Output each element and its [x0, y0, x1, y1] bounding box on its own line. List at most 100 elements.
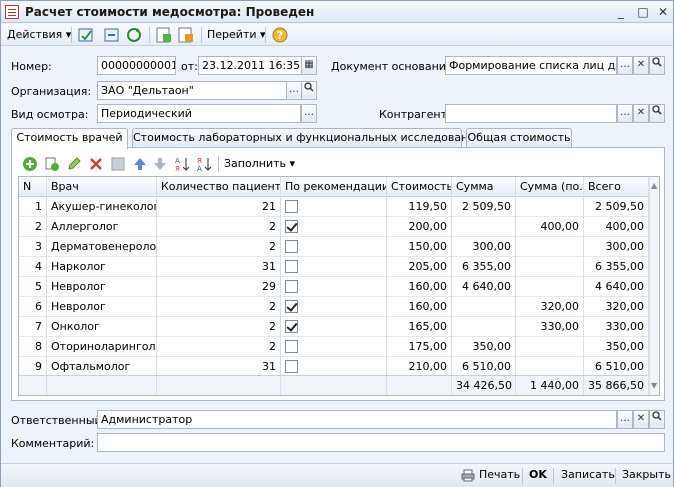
organization-field[interactable]: ЗАО "Дельтаон": [97, 81, 287, 100]
toolbar-divider: [218, 156, 219, 172]
table-scrollbar[interactable]: ▲ ▼: [649, 177, 659, 395]
contractor-open-button[interactable]: [649, 104, 665, 123]
movements-icon[interactable]: [177, 26, 195, 44]
col-header-doctor[interactable]: Врач: [47, 177, 157, 197]
cell-rec[interactable]: [281, 297, 387, 317]
cell-rec[interactable]: [281, 357, 387, 377]
ellipsis-icon: …: [620, 107, 630, 118]
table-row[interactable]: 3 Дерматовенеролог 2 150,00 300,00 300,00: [19, 237, 649, 257]
exam-type-select-button[interactable]: …: [301, 104, 317, 123]
refresh-icon[interactable]: [125, 26, 143, 44]
responsible-open-button[interactable]: [649, 410, 665, 429]
table-row[interactable]: 7 Онколог 2 165,00 330,00 330,00: [19, 317, 649, 337]
table-row[interactable]: 2 Аллерголог 2 200,00 400,00 400,00: [19, 217, 649, 237]
dropdown-arrow-icon: ▾: [289, 157, 296, 170]
recommendation-checkbox[interactable]: [285, 339, 298, 353]
basis-clear-button[interactable]: ✕: [633, 56, 649, 75]
close-window-button[interactable]: ✕: [655, 4, 671, 20]
goto-menu[interactable]: Перейти ▾: [207, 27, 266, 43]
toolbar-divider: [149, 27, 150, 43]
organization-open-button[interactable]: [301, 81, 317, 100]
copy-row-icon[interactable]: [44, 156, 60, 172]
save-close-icon[interactable]: [77, 26, 95, 44]
table-row[interactable]: 8 Оториноларинголог 2 175,00 350,00 350,00: [19, 337, 649, 357]
print-button[interactable]: Печать: [479, 468, 520, 481]
date-field[interactable]: 23.12.2011 16:35:30: [198, 56, 302, 75]
responsible-select-button[interactable]: …: [617, 410, 633, 429]
tab-total-cost[interactable]: Общая стоимость: [466, 128, 572, 148]
edit-row-icon[interactable]: [66, 156, 82, 172]
end-edit-icon[interactable]: [110, 156, 126, 172]
goto-label: Перейти: [207, 28, 257, 41]
table-row[interactable]: 6 Невролог 2 160,00 320,00 320,00: [19, 297, 649, 317]
col-header-sum[interactable]: Сумма: [452, 177, 516, 197]
cell-rec[interactable]: [281, 277, 387, 297]
recommendation-checkbox[interactable]: [285, 259, 298, 273]
tab-lab-cost[interactable]: Стоимость лабораторных и функциональных …: [132, 128, 483, 148]
svg-text:Я: Я: [175, 165, 180, 172]
comment-label: Комментарий:: [11, 437, 95, 450]
sort-descending-icon[interactable]: ЯA: [196, 156, 212, 172]
responsible-clear-button[interactable]: ✕: [633, 410, 649, 429]
recommendation-checkbox[interactable]: [285, 279, 298, 293]
close-button[interactable]: Закрыть: [622, 468, 671, 481]
calendar-button[interactable]: ▦: [301, 56, 317, 75]
col-header-rec[interactable]: По рекомендации: [281, 177, 387, 197]
post-document-icon[interactable]: [103, 26, 121, 44]
scroll-down-icon[interactable]: ▼: [651, 381, 657, 390]
sort-ascending-icon[interactable]: AЯ: [174, 156, 190, 172]
contractor-clear-button[interactable]: ✕: [633, 104, 649, 123]
actions-menu[interactable]: Действия ▾: [7, 27, 71, 43]
scroll-up-icon[interactable]: ▲: [651, 181, 657, 190]
comment-field[interactable]: [97, 433, 665, 452]
table-row[interactable]: 4 Нарколог 31 205,00 6 355,00 6 355,00: [19, 257, 649, 277]
basis-open-button[interactable]: [649, 56, 665, 75]
delete-row-icon[interactable]: [88, 156, 104, 172]
contractor-select-button[interactable]: …: [617, 104, 633, 123]
recommendation-checkbox[interactable]: [285, 219, 298, 233]
recommendation-checkbox[interactable]: [285, 199, 298, 213]
cell-rec[interactable]: [281, 317, 387, 337]
structure-icon[interactable]: [155, 26, 173, 44]
table-row[interactable]: 5 Невролог 29 160,00 4 640,00 4 640,00: [19, 277, 649, 297]
move-down-icon[interactable]: [152, 156, 168, 172]
col-header-sum-rec[interactable]: Сумма (по...: [516, 177, 584, 197]
basis-select-button[interactable]: …: [617, 56, 633, 75]
cell-qty: 31: [157, 257, 281, 277]
tab-doctors-cost[interactable]: Стоимость врачей: [11, 128, 128, 149]
table-row[interactable]: 1 Акушер-гинеколог 21 119,50 2 509,50 2 509,5…: [19, 197, 649, 217]
contractor-field[interactable]: [445, 104, 617, 123]
help-icon[interactable]: ?: [271, 26, 289, 44]
ellipsis-icon: …: [289, 84, 299, 95]
responsible-field[interactable]: Администратор: [97, 410, 617, 429]
recommendation-checkbox[interactable]: [285, 359, 298, 373]
recommendation-checkbox[interactable]: [285, 319, 298, 333]
recommendation-checkbox[interactable]: [285, 299, 298, 313]
basis-field[interactable]: Формирование списка лиц для м: [445, 56, 617, 75]
cell-rec[interactable]: [281, 197, 387, 217]
cell-rec[interactable]: [281, 237, 387, 257]
add-row-icon[interactable]: [22, 156, 38, 172]
col-header-cost[interactable]: Стоимость: [387, 177, 452, 197]
col-header-n[interactable]: N: [19, 177, 47, 197]
number-field[interactable]: 00000000001: [97, 56, 176, 75]
move-up-icon[interactable]: [132, 156, 148, 172]
cell-sum: 6 355,00: [452, 257, 516, 277]
maximize-button[interactable]: □: [635, 4, 651, 20]
cell-rec[interactable]: [281, 257, 387, 277]
fill-menu[interactable]: Заполнить ▾: [224, 156, 295, 172]
table-row[interactable]: 9 Офтальмолог 31 210,00 6 510,00 6 510,00: [19, 357, 649, 377]
organization-select-button[interactable]: …: [286, 81, 302, 100]
cell-total: 6 355,00: [584, 257, 649, 277]
col-header-total[interactable]: Всего: [584, 177, 649, 197]
ok-button[interactable]: OK: [529, 468, 547, 481]
cell-qty: 2: [157, 237, 281, 257]
cell-n: 9: [19, 357, 47, 377]
cell-rec[interactable]: [281, 337, 387, 357]
minimize-button[interactable]: _: [613, 4, 629, 20]
col-header-qty[interactable]: Количество пациентов: [157, 177, 281, 197]
exam-type-field[interactable]: Периодический: [97, 104, 301, 123]
recommendation-checkbox[interactable]: [285, 239, 298, 253]
save-button[interactable]: Записать: [561, 468, 615, 481]
cell-rec[interactable]: [281, 217, 387, 237]
